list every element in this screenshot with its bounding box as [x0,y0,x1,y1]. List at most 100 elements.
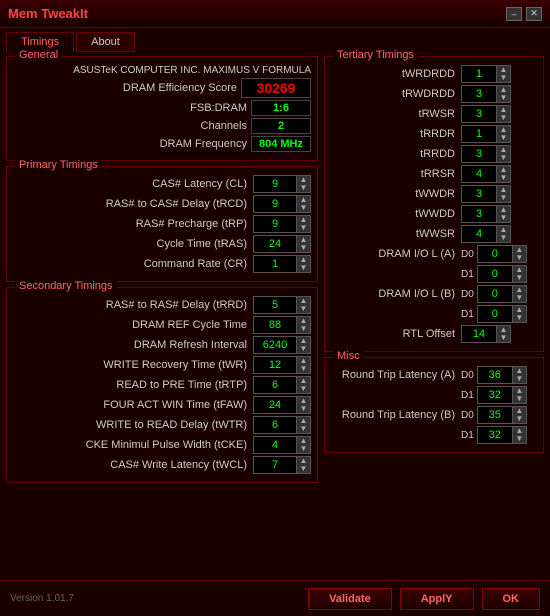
validate-button[interactable]: Validate [308,588,392,610]
twwsr-input[interactable] [461,225,497,243]
twrdrdd-spin-btn[interactable]: ▲▼ [497,65,511,83]
trrd-spin-btn[interactable]: ▲▼ [297,296,311,314]
trrdr-spin-btn[interactable]: ▲▼ [497,125,511,143]
twtr-input[interactable] [253,416,297,434]
ref-input[interactable] [253,316,297,334]
trwsr-spinner: ▲▼ [461,105,511,123]
trcd-input[interactable]: 9 [253,195,297,213]
secondary-rows: RAS# to RAS# Delay (tRRD) ▲▼ DRAM REF Cy… [13,296,311,474]
fsb-row: FSB:DRAM 1:6 [13,100,311,116]
tcke-spinner: ▲▼ [253,436,311,454]
rtl-a-d1-input[interactable] [477,386,513,404]
trrdd-input[interactable] [461,145,497,163]
dram-io-b-d1-input[interactable] [477,305,513,323]
twwdr-spin-btn[interactable]: ▲▼ [497,185,511,203]
trrdd-spin-btn[interactable]: ▲▼ [497,145,511,163]
rtl-a-label: Round Trip Latency (A) [331,369,461,381]
refresh-spin-btn[interactable]: ▲▼ [297,336,311,354]
trtp-spin-btn[interactable]: ▲▼ [297,376,311,394]
twwsr-spin-btn[interactable]: ▲▼ [497,225,511,243]
twrdrdd-input[interactable] [461,65,497,83]
tras-input[interactable]: 24 [253,235,297,253]
trp-input[interactable]: 9 [253,215,297,233]
trrdr-input[interactable] [461,125,497,143]
cl-input[interactable]: 9 [253,175,297,193]
dram-io-a-d0-spin-btn[interactable]: ▲▼ [513,245,527,263]
rtl-b-d0-input[interactable] [477,406,513,424]
table-row: WRITE to READ Delay (tWTR) ▲▼ [13,416,311,434]
bottom-buttons: Validate ApplY OK [308,588,540,610]
rtl-a-d1-spin-btn[interactable]: ▲▼ [513,386,527,404]
twtr-spin-btn[interactable]: ▲▼ [297,416,311,434]
trwdrdd-label: tRWDRDD [331,88,461,100]
table-row: WRITE Recovery Time (tWR) ▲▼ [13,356,311,374]
tras-spin-btn[interactable]: ▲▼ [297,235,311,253]
trp-spin-btn[interactable]: ▲▼ [297,215,311,233]
trrsr-input[interactable] [461,165,497,183]
rtl-a-d0-input[interactable] [477,366,513,384]
rtl-b-d1-spinner: ▲▼ [477,426,527,444]
twcl-input[interactable] [253,456,297,474]
trwsr-spin-btn[interactable]: ▲▼ [497,105,511,123]
rtl-b-d0-spin-btn[interactable]: ▲▼ [513,406,527,424]
trwdrdd-input[interactable] [461,85,497,103]
tcke-input[interactable] [253,436,297,454]
refresh-input[interactable] [253,336,297,354]
trtp-spinner: ▲▼ [253,376,311,394]
tfaw-label: FOUR ACT WIN Time (tFAW) [13,399,253,411]
primary-title: Primary Timings [15,159,102,171]
rtl-a-d0-label: D0 [461,370,477,381]
twr-input[interactable] [253,356,297,374]
twrdrdd-spinner: ▲▼ [461,65,511,83]
cr-spin-btn[interactable]: ▲▼ [297,255,311,273]
primary-rows: CAS# Latency (CL) 9 ▲▼ RAS# to CAS# Dela… [13,175,311,273]
minimize-button[interactable]: – [506,7,522,21]
rtl-offset-spin-btn[interactable]: ▲▼ [497,325,511,343]
twr-spinner: ▲▼ [253,356,311,374]
fsb-label: FSB:DRAM [13,102,247,114]
dram-io-b-d0-spinner: ▲▼ [477,285,527,303]
twcl-spin-btn[interactable]: ▲▼ [297,456,311,474]
apply-button[interactable]: ApplY [400,588,474,610]
rtl-a-d0-spin-btn[interactable]: ▲▼ [513,366,527,384]
close-button[interactable]: ✕ [526,7,542,21]
trcd-spin-btn[interactable]: ▲▼ [297,195,311,213]
dram-io-b-d1-spin-btn[interactable]: ▲▼ [513,305,527,323]
dram-io-a-d0-row: DRAM I/O L (A) D0 ▲▼ [331,245,537,263]
table-row: RAS# Precharge (tRP) 9 ▲▼ [13,215,311,233]
ok-button[interactable]: OK [482,588,541,610]
rtl-a-d0-row: Round Trip Latency (A) D0 ▲▼ [331,366,537,384]
misc-title: Misc [333,350,364,362]
twwdd-spin-btn[interactable]: ▲▼ [497,205,511,223]
tab-about[interactable]: About [76,32,135,52]
trtp-input[interactable] [253,376,297,394]
dram-io-a-d0-input[interactable] [477,245,513,263]
tfaw-input[interactable] [253,396,297,414]
dram-io-a-d1-spin-btn[interactable]: ▲▼ [513,265,527,283]
tcke-spin-btn[interactable]: ▲▼ [297,436,311,454]
trwsr-input[interactable] [461,105,497,123]
dram-io-b-d0-input[interactable] [477,285,513,303]
rtl-b-d1-input[interactable] [477,426,513,444]
twwdr-spinner: ▲▼ [461,185,511,203]
rtl-b-d0-label: D0 [461,410,477,421]
trcd-spinner: 9 ▲▼ [253,195,311,213]
trrd-input[interactable] [253,296,297,314]
rtl-b-d1-spin-btn[interactable]: ▲▼ [513,426,527,444]
twwdd-input[interactable] [461,205,497,223]
twwdr-input[interactable] [461,185,497,203]
twr-spin-btn[interactable]: ▲▼ [297,356,311,374]
cl-spin-btn[interactable]: ▲▼ [297,175,311,193]
tfaw-spin-btn[interactable]: ▲▼ [297,396,311,414]
dram-efficiency-row: DRAM Efficiency Score 30269 [13,78,311,98]
trrsr-spin-btn[interactable]: ▲▼ [497,165,511,183]
mobo-row: ASUSTeK COMPUTER INC. MAXIMUS V FORMULA [13,65,311,76]
trwdrdd-spin-btn[interactable]: ▲▼ [497,85,511,103]
table-row: tRRSR ▲▼ [331,165,537,183]
cr-input[interactable]: 1 [253,255,297,273]
trp-label: RAS# Precharge (tRP) [13,218,253,230]
ref-spin-btn[interactable]: ▲▼ [297,316,311,334]
rtl-offset-input[interactable] [461,325,497,343]
dram-io-a-d1-input[interactable] [477,265,513,283]
dram-io-b-d0-spin-btn[interactable]: ▲▼ [513,285,527,303]
